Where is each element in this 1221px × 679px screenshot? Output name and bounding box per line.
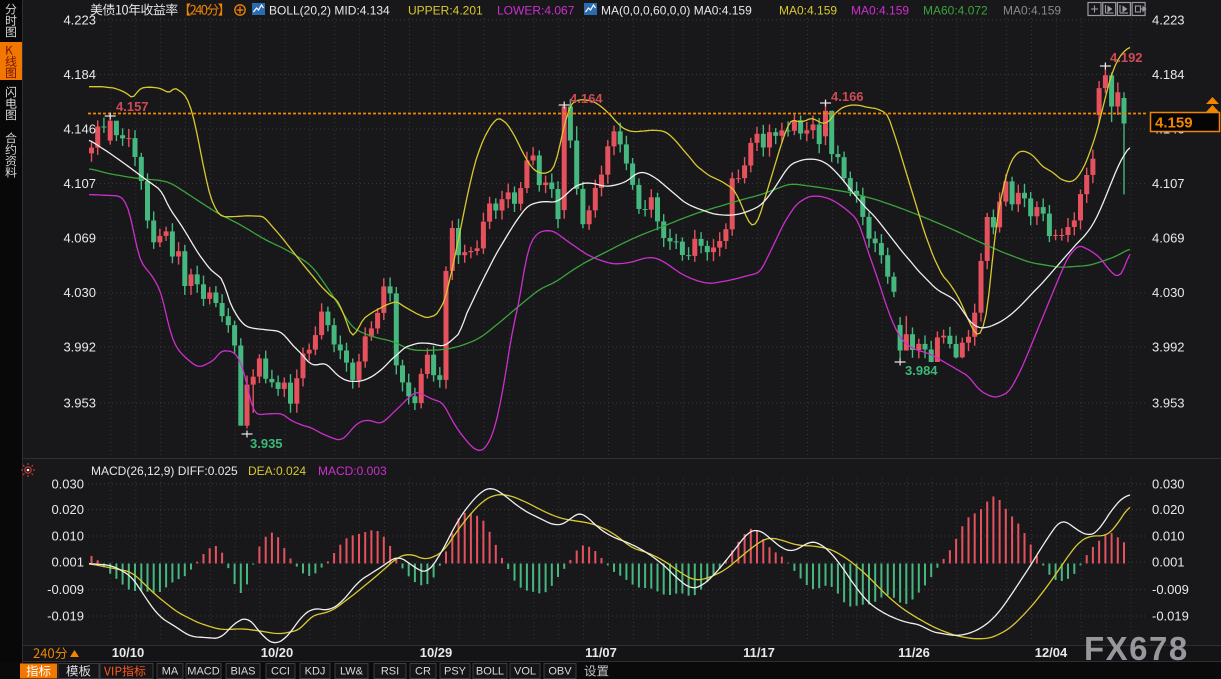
svg-text:KDJ: KDJ: [305, 666, 326, 678]
svg-text:4.107: 4.107: [1152, 176, 1185, 191]
svg-text:11/26: 11/26: [898, 645, 930, 660]
svg-text:4.184: 4.184: [63, 67, 96, 82]
svg-text:-0.009: -0.009: [1152, 582, 1189, 597]
svg-text:3.992: 3.992: [63, 340, 96, 355]
svg-text:BOLL(20,2) MID:4.134: BOLL(20,2) MID:4.134: [269, 4, 390, 18]
svg-text:MA0:4.159: MA0:4.159: [851, 4, 909, 18]
svg-text:BOLL: BOLL: [476, 666, 504, 678]
svg-text:-0.019: -0.019: [1152, 609, 1189, 624]
svg-text:3.935: 3.935: [250, 436, 283, 451]
svg-text:4.164: 4.164: [570, 91, 603, 106]
svg-text:0.010: 0.010: [1152, 529, 1185, 544]
svg-text:10/20: 10/20: [261, 645, 294, 660]
svg-text:0.030: 0.030: [1152, 477, 1185, 492]
svg-text:0.020: 0.020: [1152, 502, 1185, 517]
svg-text:10/10: 10/10: [112, 645, 145, 660]
svg-text:MACD:0.003: MACD:0.003: [318, 464, 387, 478]
svg-text:0.010: 0.010: [51, 529, 84, 544]
svg-text:4.223: 4.223: [1152, 13, 1185, 28]
svg-text:MA0:4.159: MA0:4.159: [779, 4, 837, 18]
svg-text:0.001: 0.001: [1152, 555, 1185, 570]
svg-text:0.001: 0.001: [51, 555, 84, 570]
svg-text:CR: CR: [415, 666, 431, 678]
svg-text:4.159: 4.159: [1155, 115, 1193, 132]
svg-text:-0.009: -0.009: [47, 582, 84, 597]
svg-text:UPPER:4.201: UPPER:4.201: [408, 4, 483, 18]
svg-text:RSI: RSI: [381, 666, 399, 678]
svg-text:OBV: OBV: [548, 666, 572, 678]
svg-text:MA60:4.072: MA60:4.072: [923, 4, 988, 18]
svg-text:10/29: 10/29: [420, 645, 453, 660]
svg-text:4.166: 4.166: [831, 89, 864, 104]
svg-text:MA(0,0,0,60,0,0) MA0:4.159: MA(0,0,0,60,0,0) MA0:4.159: [601, 4, 752, 18]
svg-text:11/07: 11/07: [585, 645, 617, 660]
svg-text:3.984: 3.984: [905, 363, 938, 378]
svg-text:4.146: 4.146: [63, 122, 96, 137]
svg-text:4.107: 4.107: [63, 176, 96, 191]
svg-text:-0.019: -0.019: [47, 609, 84, 624]
svg-text:MA0:4.159: MA0:4.159: [1003, 4, 1061, 18]
svg-text:3.992: 3.992: [1152, 340, 1185, 355]
svg-text:3.953: 3.953: [63, 396, 96, 411]
svg-text:FX678: FX678: [1084, 630, 1189, 667]
svg-text:CCI: CCI: [271, 666, 290, 678]
svg-text:4.030: 4.030: [1152, 285, 1185, 300]
svg-text:PSY: PSY: [444, 666, 467, 678]
svg-text:BIAS: BIAS: [230, 666, 255, 678]
svg-text:VOL: VOL: [514, 666, 536, 678]
svg-text:0.030: 0.030: [51, 477, 84, 492]
svg-text:4.069: 4.069: [63, 231, 96, 246]
svg-text:MACD(26,12,9) DIFF:0.025: MACD(26,12,9) DIFF:0.025: [91, 464, 238, 478]
svg-text:3.953: 3.953: [1152, 396, 1185, 411]
svg-text:DEA:0.024: DEA:0.024: [248, 464, 306, 478]
svg-text:4.192: 4.192: [1110, 50, 1143, 65]
svg-text:LOWER:4.067: LOWER:4.067: [497, 4, 575, 18]
svg-text:LW&: LW&: [340, 666, 364, 678]
svg-text:12/04: 12/04: [1035, 645, 1068, 660]
svg-text:4.184: 4.184: [1152, 67, 1185, 82]
svg-text:4.069: 4.069: [1152, 231, 1185, 246]
svg-text:0.020: 0.020: [51, 502, 84, 517]
svg-text:MACD: MACD: [187, 666, 219, 678]
svg-text:MA: MA: [162, 666, 179, 678]
svg-text:4.030: 4.030: [63, 285, 96, 300]
svg-text:11/17: 11/17: [743, 645, 775, 660]
svg-text:4.157: 4.157: [116, 99, 149, 114]
